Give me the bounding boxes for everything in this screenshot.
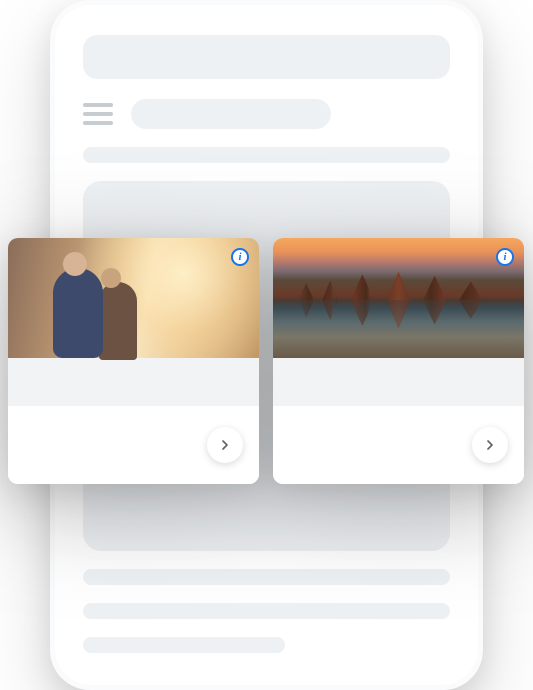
skeleton-line [83, 147, 450, 163]
skeleton-line-short [83, 637, 285, 653]
ad-card-caption-area [8, 358, 259, 406]
hamburger-menu-icon[interactable] [83, 103, 113, 125]
chevron-right-icon [217, 437, 233, 453]
ad-card-image: i [273, 238, 524, 358]
skeleton-title-pill [131, 99, 331, 129]
ad-card-caption-area [273, 358, 524, 406]
skeleton-search-bar [83, 35, 450, 79]
ad-card-action-area [8, 406, 259, 484]
ad-card[interactable]: i [8, 238, 259, 484]
ad-card[interactable]: i [273, 238, 524, 484]
skeleton-header-row [83, 99, 450, 129]
chevron-right-icon [482, 437, 498, 453]
skeleton-line [83, 569, 450, 585]
skeleton-line [83, 603, 450, 619]
next-button[interactable] [207, 427, 243, 463]
next-button[interactable] [472, 427, 508, 463]
info-icon-glyph: i [238, 251, 241, 263]
info-icon-glyph: i [503, 251, 506, 263]
ad-card-action-area [273, 406, 524, 484]
info-icon[interactable]: i [496, 248, 514, 266]
ad-cards-row: i i [8, 238, 525, 484]
info-icon[interactable]: i [231, 248, 249, 266]
ad-card-image: i [8, 238, 259, 358]
